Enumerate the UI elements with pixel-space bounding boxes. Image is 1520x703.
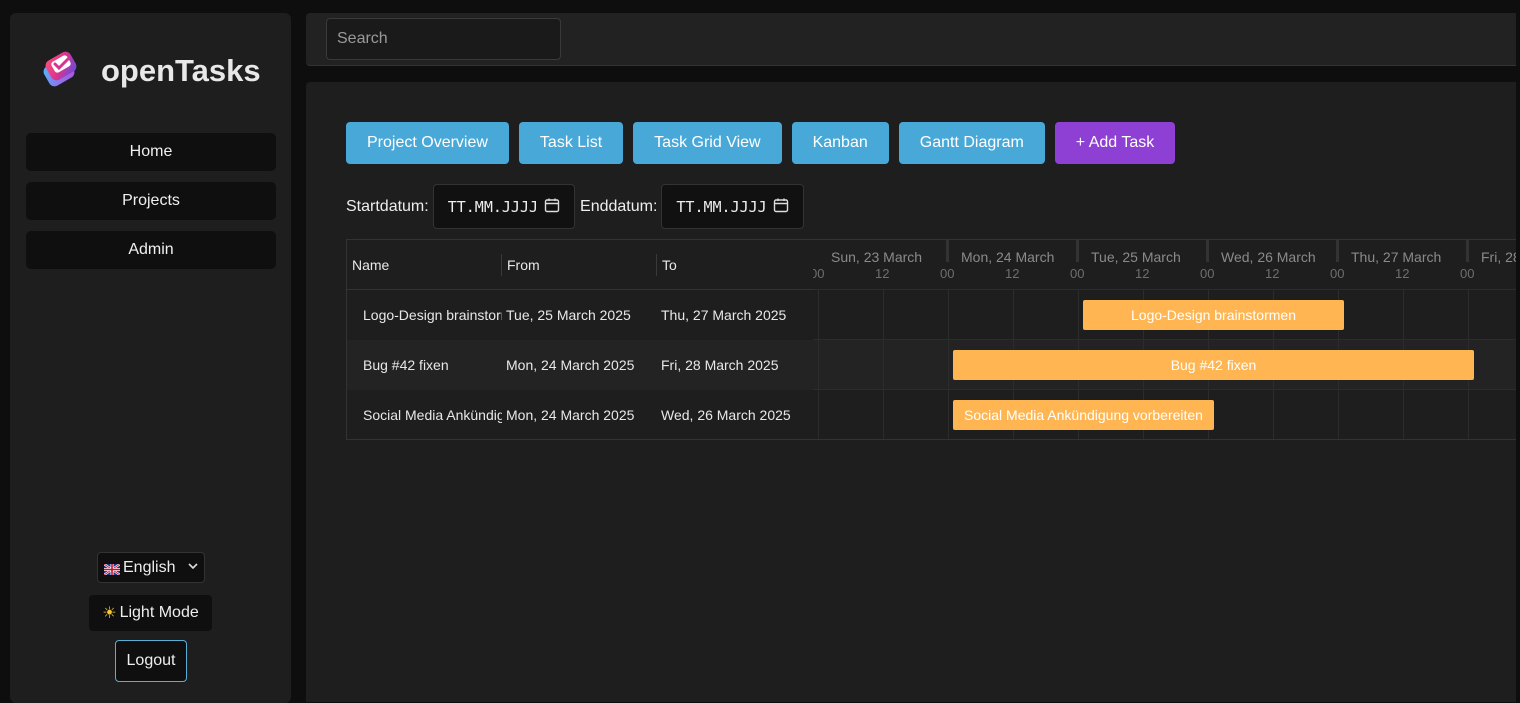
day-separator — [1466, 240, 1469, 262]
topbar — [306, 13, 1516, 66]
day-header: Sun, 23 March — [831, 249, 923, 265]
day-header: Mon, 24 March — [961, 249, 1055, 265]
hour-label: 12 — [1005, 266, 1020, 281]
hour-label: 00 — [1070, 266, 1085, 281]
day-separator — [1076, 240, 1079, 262]
hour-label: 00 — [1460, 266, 1475, 281]
sun-icon: ☀ — [102, 605, 117, 622]
grid-line — [883, 290, 884, 439]
task-to-cell: Fri, 28 March 2025 — [661, 357, 779, 373]
start-date-placeholder: TT.MM.JJJJ — [447, 197, 539, 216]
hour-label: 12 — [875, 266, 890, 281]
task-bar[interactable]: Logo-Design brainstormen — [1083, 300, 1344, 330]
hour-label: 12 — [1395, 266, 1410, 281]
sidebar: openTasks Home Projects Admin English ☀ … — [10, 13, 291, 703]
day-header: Wed, 26 March — [1221, 249, 1316, 265]
row-divider — [813, 389, 1516, 390]
task-grid-view-button[interactable]: Task Grid View — [633, 122, 782, 164]
main-panel: Project Overview Task List Task Grid Vie… — [306, 82, 1516, 702]
task-to-cell: Thu, 27 March 2025 — [661, 307, 787, 323]
task-to-cell: Wed, 26 March 2025 — [661, 407, 791, 423]
end-date-label: Enddatum: — [580, 197, 658, 215]
day-separator — [1336, 240, 1339, 262]
logo-icon — [35, 43, 87, 99]
view-toolbar: Project Overview Task List Task Grid Vie… — [346, 122, 1176, 164]
day-header: Thu, 27 March — [1351, 249, 1442, 265]
grid-line — [948, 290, 949, 439]
column-header-from: From — [502, 240, 657, 290]
date-filter: Startdatum: TT.MM.JJJJ Enddatum: TT.MM.J… — [346, 184, 804, 229]
sidebar-item-home[interactable]: Home — [26, 133, 276, 171]
sidebar-item-admin[interactable]: Admin — [26, 231, 276, 269]
hour-label: 12 — [1135, 266, 1150, 281]
day-header: Fri, 28 March — [1481, 249, 1516, 265]
calendar-icon[interactable] — [773, 197, 789, 217]
project-overview-button[interactable]: Project Overview — [346, 122, 509, 164]
chevron-down-icon — [188, 562, 198, 573]
day-separator — [1206, 240, 1209, 262]
task-from-cell: Mon, 24 March 2025 — [506, 357, 635, 373]
end-date-placeholder: TT.MM.JJJJ — [676, 197, 767, 216]
column-divider — [656, 254, 657, 276]
language-label: English — [123, 558, 176, 576]
task-from-cell: Tue, 25 March 2025 — [506, 307, 631, 323]
logout-button[interactable]: Logout — [115, 640, 187, 682]
task-from-cell: Mon, 24 March 2025 — [506, 407, 635, 423]
row-divider — [813, 339, 1516, 340]
search-input[interactable] — [326, 18, 561, 60]
light-mode-label: Light Mode — [119, 604, 199, 621]
column-header-to: To — [657, 240, 814, 290]
column-divider — [501, 254, 502, 276]
day-separator — [946, 240, 949, 262]
hour-label: 00 — [1330, 266, 1345, 281]
task-name-cell[interactable]: Bug #42 fixen — [363, 340, 502, 390]
grid-line — [818, 290, 819, 439]
header-divider — [813, 289, 1516, 290]
end-date-input[interactable]: TT.MM.JJJJ — [661, 184, 804, 229]
kanban-button[interactable]: Kanban — [791, 122, 889, 164]
start-date-input[interactable]: TT.MM.JJJJ — [432, 184, 576, 229]
brand-title: openTasks — [101, 53, 261, 88]
task-name-cell[interactable]: Social Media Ankündigung vorbereiten — [363, 390, 502, 440]
start-date-label: Startdatum: — [346, 197, 429, 215]
language-select[interactable]: English — [97, 552, 205, 583]
sidebar-item-projects[interactable]: Projects — [26, 182, 276, 220]
task-bar[interactable]: Social Media Ankündigung vorbereiten — [953, 400, 1214, 430]
task-name-cell[interactable]: Logo-Design brainstormen — [363, 290, 502, 340]
column-header-name: Name — [347, 240, 502, 290]
gantt-timeline: Sun, 23 March0012Mon, 24 March0012Tue, 2… — [813, 239, 1516, 440]
hour-label: 00 — [940, 266, 955, 281]
hour-label: 00 — [1200, 266, 1215, 281]
task-list-button[interactable]: Task List — [518, 122, 624, 164]
gantt-task-table: Name From To Logo-Design brainstormen Tu… — [346, 239, 814, 440]
hour-label: 00 — [813, 266, 825, 281]
gantt-chart: Name From To Logo-Design brainstormen Tu… — [346, 239, 1516, 440]
add-task-button[interactable]: + Add Task — [1054, 122, 1176, 164]
task-bar[interactable]: Bug #42 fixen — [953, 350, 1474, 380]
uk-flag-icon — [103, 562, 121, 576]
brand[interactable]: openTasks — [35, 43, 261, 99]
gantt-diagram-button[interactable]: Gantt Diagram — [898, 122, 1045, 164]
day-header: Tue, 25 March — [1091, 249, 1181, 265]
light-mode-button[interactable]: ☀ Light Mode — [89, 595, 212, 631]
calendar-icon[interactable] — [544, 197, 560, 217]
hour-label: 12 — [1265, 266, 1280, 281]
